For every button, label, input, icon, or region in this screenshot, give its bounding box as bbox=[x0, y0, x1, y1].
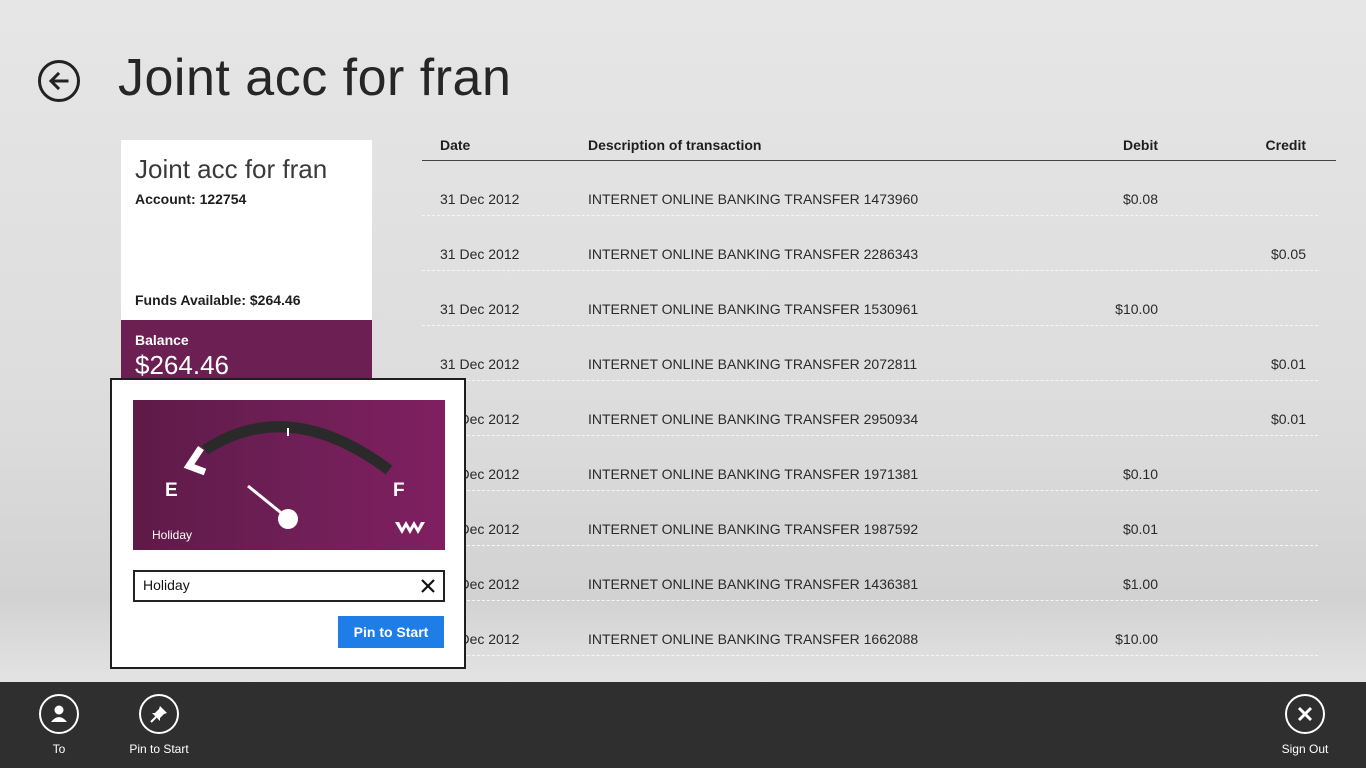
back-arrow-icon bbox=[48, 71, 69, 91]
column-description: Description of transaction bbox=[588, 137, 762, 153]
row-debit: $0.01 bbox=[1122, 521, 1158, 537]
balance-panel: Balance $264.46 bbox=[121, 320, 372, 385]
row-description: INTERNET ONLINE BANKING TRANSFER 1530961 bbox=[588, 301, 919, 317]
balance-label: Balance bbox=[135, 332, 189, 348]
pin-to-start-button[interactable]: Pin to Start bbox=[338, 616, 444, 648]
funds-available-value: $264.46 bbox=[249, 292, 301, 308]
table-row[interactable]: 31 Dec 2012 INTERNET ONLINE BANKING TRAN… bbox=[422, 381, 1318, 436]
clear-input-button[interactable] bbox=[417, 575, 439, 597]
account-card-name: Joint acc for fran bbox=[135, 154, 328, 184]
funds-available: Funds Available: $264.46 bbox=[135, 292, 300, 308]
pin-button-ring bbox=[139, 694, 179, 734]
row-debit: $10.00 bbox=[1115, 631, 1158, 647]
column-credit: Credit bbox=[1265, 137, 1306, 153]
row-credit: $0.01 bbox=[1270, 356, 1306, 372]
balance-value: $264.46 bbox=[135, 350, 229, 380]
table-row[interactable]: 31 Dec 2012 INTERNET ONLINE BANKING TRAN… bbox=[422, 601, 1318, 656]
pin-icon bbox=[150, 706, 167, 723]
table-row[interactable]: 31 Dec 2012 INTERNET ONLINE BANKING TRAN… bbox=[422, 271, 1318, 326]
row-description: INTERNET ONLINE BANKING TRANSFER 2072811 bbox=[588, 356, 918, 372]
account-number-label: Account: bbox=[135, 191, 196, 207]
tile-name-field[interactable] bbox=[133, 570, 445, 602]
page-title: Joint acc for fran bbox=[118, 49, 512, 107]
table-row[interactable]: 31 Dec 2012 INTERNET ONLINE BANKING TRAN… bbox=[422, 546, 1318, 601]
transactions-table: Date Description of transaction Debit Cr… bbox=[422, 130, 1336, 656]
person-icon bbox=[51, 705, 67, 722]
to-button[interactable]: To bbox=[14, 694, 104, 756]
table-row[interactable]: 31 Dec 2012 INTERNET ONLINE BANKING TRAN… bbox=[422, 491, 1318, 546]
row-description: INTERNET ONLINE BANKING TRANSFER 1971381 bbox=[588, 466, 919, 482]
row-debit: $10.00 bbox=[1115, 301, 1158, 317]
sign-out-button[interactable]: Sign Out bbox=[1260, 694, 1350, 756]
account-number: Account: 122754 bbox=[135, 191, 246, 207]
pin-to-start-appbar-label: Pin to Start bbox=[129, 742, 189, 756]
app-bar: To Pin to Start Sign Out bbox=[0, 682, 1366, 768]
row-description: INTERNET ONLINE BANKING TRANSFER 1662088 bbox=[588, 631, 919, 647]
tile-preview: E F Holiday bbox=[133, 400, 445, 550]
column-date: Date bbox=[440, 137, 471, 153]
close-icon bbox=[421, 579, 435, 593]
row-description: INTERNET ONLINE BANKING TRANSFER 1473960 bbox=[588, 191, 919, 207]
bank-logo-icon bbox=[395, 521, 425, 534]
row-debit: $1.00 bbox=[1122, 576, 1158, 592]
row-debit: $0.08 bbox=[1122, 191, 1158, 207]
tile-name-input[interactable] bbox=[143, 577, 403, 593]
row-date: 31 Dec 2012 bbox=[440, 191, 520, 207]
row-date: 31 Dec 2012 bbox=[440, 356, 520, 372]
row-description: INTERNET ONLINE BANKING TRANSFER 1436381 bbox=[588, 576, 919, 592]
column-debit: Debit bbox=[1123, 137, 1158, 153]
to-button-ring bbox=[39, 694, 79, 734]
account-number-value: 122754 bbox=[199, 191, 247, 207]
row-debit: $0.10 bbox=[1122, 466, 1158, 482]
gauge-empty-label: E bbox=[165, 480, 178, 501]
row-credit: $0.01 bbox=[1270, 411, 1306, 427]
gauge-full-label: F bbox=[393, 480, 405, 501]
tile-label: Holiday bbox=[152, 528, 193, 542]
row-date: 31 Dec 2012 bbox=[440, 301, 520, 317]
row-description: INTERNET ONLINE BANKING TRANSFER 2286343 bbox=[588, 246, 919, 262]
sign-out-label: Sign Out bbox=[1281, 742, 1329, 756]
to-button-label: To bbox=[52, 742, 66, 756]
row-description: INTERNET ONLINE BANKING TRANSFER 2950934 bbox=[588, 411, 919, 427]
account-card[interactable]: Joint acc for fran Account: 122754 Funds… bbox=[121, 140, 372, 385]
back-button[interactable] bbox=[38, 60, 80, 102]
row-credit: $0.05 bbox=[1270, 246, 1306, 262]
funds-available-label: Funds Available: bbox=[135, 292, 246, 308]
table-row[interactable]: 31 Dec 2012 INTERNET ONLINE BANKING TRAN… bbox=[422, 216, 1318, 271]
close-icon bbox=[1297, 706, 1313, 722]
table-header: Date Description of transaction Debit Cr… bbox=[422, 130, 1336, 161]
pin-to-start-appbar-button[interactable]: Pin to Start bbox=[114, 694, 204, 756]
table-row[interactable]: 31 Dec 2012 INTERNET ONLINE BANKING TRAN… bbox=[422, 326, 1318, 381]
table-row[interactable]: 31 Dec 2012 INTERNET ONLINE BANKING TRAN… bbox=[422, 436, 1318, 491]
row-date: 31 Dec 2012 bbox=[440, 246, 520, 262]
table-row[interactable]: 31 Dec 2012 INTERNET ONLINE BANKING TRAN… bbox=[422, 161, 1318, 216]
pin-to-start-flyout: E F Holiday Pin to Start bbox=[110, 378, 466, 669]
sign-out-ring bbox=[1285, 694, 1325, 734]
row-description: INTERNET ONLINE BANKING TRANSFER 1987592 bbox=[588, 521, 919, 537]
